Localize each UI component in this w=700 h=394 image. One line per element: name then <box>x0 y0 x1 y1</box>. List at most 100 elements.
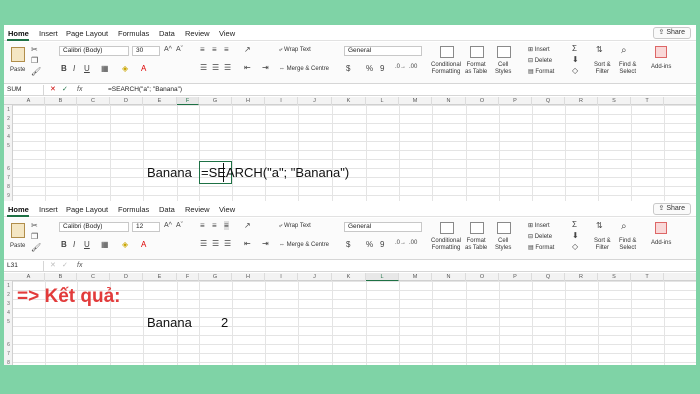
number-format-select[interactable]: General <box>344 222 422 232</box>
align-top-icon[interactable]: ≡ <box>200 45 205 54</box>
currency-icon[interactable]: $ <box>346 240 350 249</box>
underline-button[interactable]: U <box>84 240 90 249</box>
font-size-select[interactable]: 12 <box>132 222 160 232</box>
column-header-f[interactable]: F <box>177 273 199 281</box>
add-ins-button[interactable]: Add-ins <box>651 64 671 70</box>
insert-cells-button[interactable]: ⊞ Insert <box>528 222 550 229</box>
column-header-b[interactable]: B <box>45 97 77 105</box>
column-header-b[interactable]: B <box>45 273 77 281</box>
cell-styles-icon[interactable] <box>497 46 511 58</box>
borders-icon[interactable]: ▦ <box>101 240 109 249</box>
conditional-formatting-button[interactable]: Conditional Formatting <box>431 62 461 76</box>
row-header-2[interactable]: 2 <box>4 116 13 122</box>
column-header-r[interactable]: R <box>565 97 598 105</box>
shrink-font-icon[interactable]: Aˇ <box>176 46 183 53</box>
row-header-4[interactable]: 4 <box>4 310 13 316</box>
font-size-select[interactable]: 30 <box>132 46 160 56</box>
worksheet-grid[interactable]: 1 2 3 4 5 6 7 8 => Kết quả: Banana 2 <box>4 281 696 365</box>
tab-review[interactable]: Review <box>185 29 210 38</box>
increase-decimal-icon[interactable]: .0→ <box>395 64 406 70</box>
borders-icon[interactable]: ▦ <box>101 64 109 73</box>
align-bottom-icon[interactable]: ≡ <box>224 45 229 54</box>
increase-decimal-icon[interactable]: .0→ <box>395 240 406 246</box>
row-header-6[interactable]: 6 <box>4 166 13 172</box>
tab-view[interactable]: View <box>219 205 235 214</box>
format-cells-button[interactable]: ▤ Format <box>528 244 554 251</box>
bold-button[interactable]: B <box>61 240 67 249</box>
formula-input[interactable]: =SEARCH("a"; "Banana") <box>108 85 182 95</box>
wrap-text-button[interactable]: ⤶ Wrap Text <box>279 223 311 230</box>
tab-page-layout[interactable]: Page Layout <box>66 205 108 214</box>
column-header-i[interactable]: I <box>265 273 298 281</box>
align-bottom-icon[interactable]: ≡ <box>224 221 229 230</box>
row-header-3[interactable]: 3 <box>4 125 13 131</box>
worksheet-grid[interactable]: 123456789 Banana =SEARCH("a"; "Banana") <box>4 105 696 201</box>
font-name-select[interactable]: Calibri (Body) <box>59 222 129 232</box>
font-name-select[interactable]: Calibri (Body) <box>59 46 129 56</box>
share-button[interactable]: ⇪ Share <box>652 27 691 39</box>
row-header-2[interactable]: 2 <box>4 292 13 298</box>
column-header-m[interactable]: M <box>399 97 432 105</box>
orientation-icon[interactable]: ↗ <box>244 45 251 54</box>
align-center-icon[interactable]: ☰ <box>212 63 219 72</box>
decrease-decimal-icon[interactable]: .00 <box>409 240 417 246</box>
clear-icon[interactable]: ◇ <box>572 66 578 75</box>
align-left-icon[interactable]: ☰ <box>200 63 207 72</box>
insert-cells-button[interactable]: ⊞ Insert <box>528 46 550 53</box>
paste-icon[interactable] <box>11 223 25 238</box>
cancel-icon[interactable]: ✕ <box>50 261 56 271</box>
column-header-s[interactable]: S <box>598 97 631 105</box>
tab-view[interactable]: View <box>219 29 235 38</box>
percent-button[interactable]: % <box>366 64 373 73</box>
fill-color-icon[interactable]: ◈ <box>122 64 128 73</box>
column-header-q[interactable]: Q <box>532 97 565 105</box>
fx-icon[interactable]: fx <box>77 261 82 271</box>
cell-styles-icon[interactable] <box>497 222 511 234</box>
find-select-button[interactable]: Find & Select <box>619 62 636 76</box>
scissors-icon[interactable]: ✂ <box>31 45 38 54</box>
search-icon[interactable]: ⌕ <box>621 221 627 232</box>
grow-font-icon[interactable]: A^ <box>164 46 172 53</box>
indent-icon[interactable]: ⇤ <box>244 63 251 72</box>
column-header-l[interactable]: L <box>366 273 399 281</box>
format-as-table-icon[interactable] <box>470 46 484 58</box>
column-header-g[interactable]: G <box>199 97 232 105</box>
shrink-font-icon[interactable]: Aˇ <box>176 222 183 229</box>
wrap-text-button[interactable]: ⤶ Wrap Text <box>279 47 311 54</box>
italic-button[interactable]: I <box>73 64 75 73</box>
outdent-icon[interactable]: ⇥ <box>262 63 269 72</box>
tab-home[interactable]: Home <box>8 205 29 214</box>
italic-button[interactable]: I <box>73 240 75 249</box>
format-cells-button[interactable]: ▤ Format <box>528 68 554 75</box>
column-header-h[interactable]: H <box>232 97 265 105</box>
scissors-icon[interactable]: ✂ <box>31 221 38 230</box>
row-header-5[interactable]: 5 <box>4 143 13 149</box>
row-header-1[interactable]: 1 <box>4 107 13 113</box>
row-header-7[interactable]: 7 <box>4 351 13 357</box>
column-header-s[interactable]: S <box>598 273 631 281</box>
column-header-i[interactable]: I <box>265 97 298 105</box>
name-box[interactable]: SUM <box>4 85 44 95</box>
fill-color-icon[interactable]: ◈ <box>122 240 128 249</box>
row-header-1[interactable]: 1 <box>4 283 13 289</box>
column-header-q[interactable]: Q <box>532 273 565 281</box>
font-color-icon[interactable]: A <box>141 64 146 73</box>
decrease-decimal-icon[interactable]: .00 <box>409 64 417 70</box>
tab-formulas[interactable]: Formulas <box>118 29 149 38</box>
autosum-icon[interactable]: Σ <box>572 220 577 229</box>
font-color-icon[interactable]: A <box>141 240 146 249</box>
autosum-icon[interactable]: Σ <box>572 44 577 53</box>
column-header-a[interactable]: A <box>13 97 45 105</box>
cell-styles-button[interactable]: Cell Styles <box>495 62 511 76</box>
sort-filter-button[interactable]: Sort & Filter <box>594 238 611 252</box>
column-header-t[interactable]: T <box>631 97 664 105</box>
delete-cells-button[interactable]: ⊟ Delete <box>528 57 552 64</box>
cell-f5-result[interactable]: 2 <box>221 315 228 330</box>
delete-cells-button[interactable]: ⊟ Delete <box>528 233 552 240</box>
row-header-8[interactable]: 8 <box>4 360 13 365</box>
column-header-l[interactable]: L <box>366 97 399 105</box>
column-header-j[interactable]: J <box>298 97 332 105</box>
comma-button[interactable]: 9 <box>380 64 384 73</box>
column-header-a[interactable]: A <box>13 273 45 281</box>
column-header-c[interactable]: C <box>77 273 110 281</box>
